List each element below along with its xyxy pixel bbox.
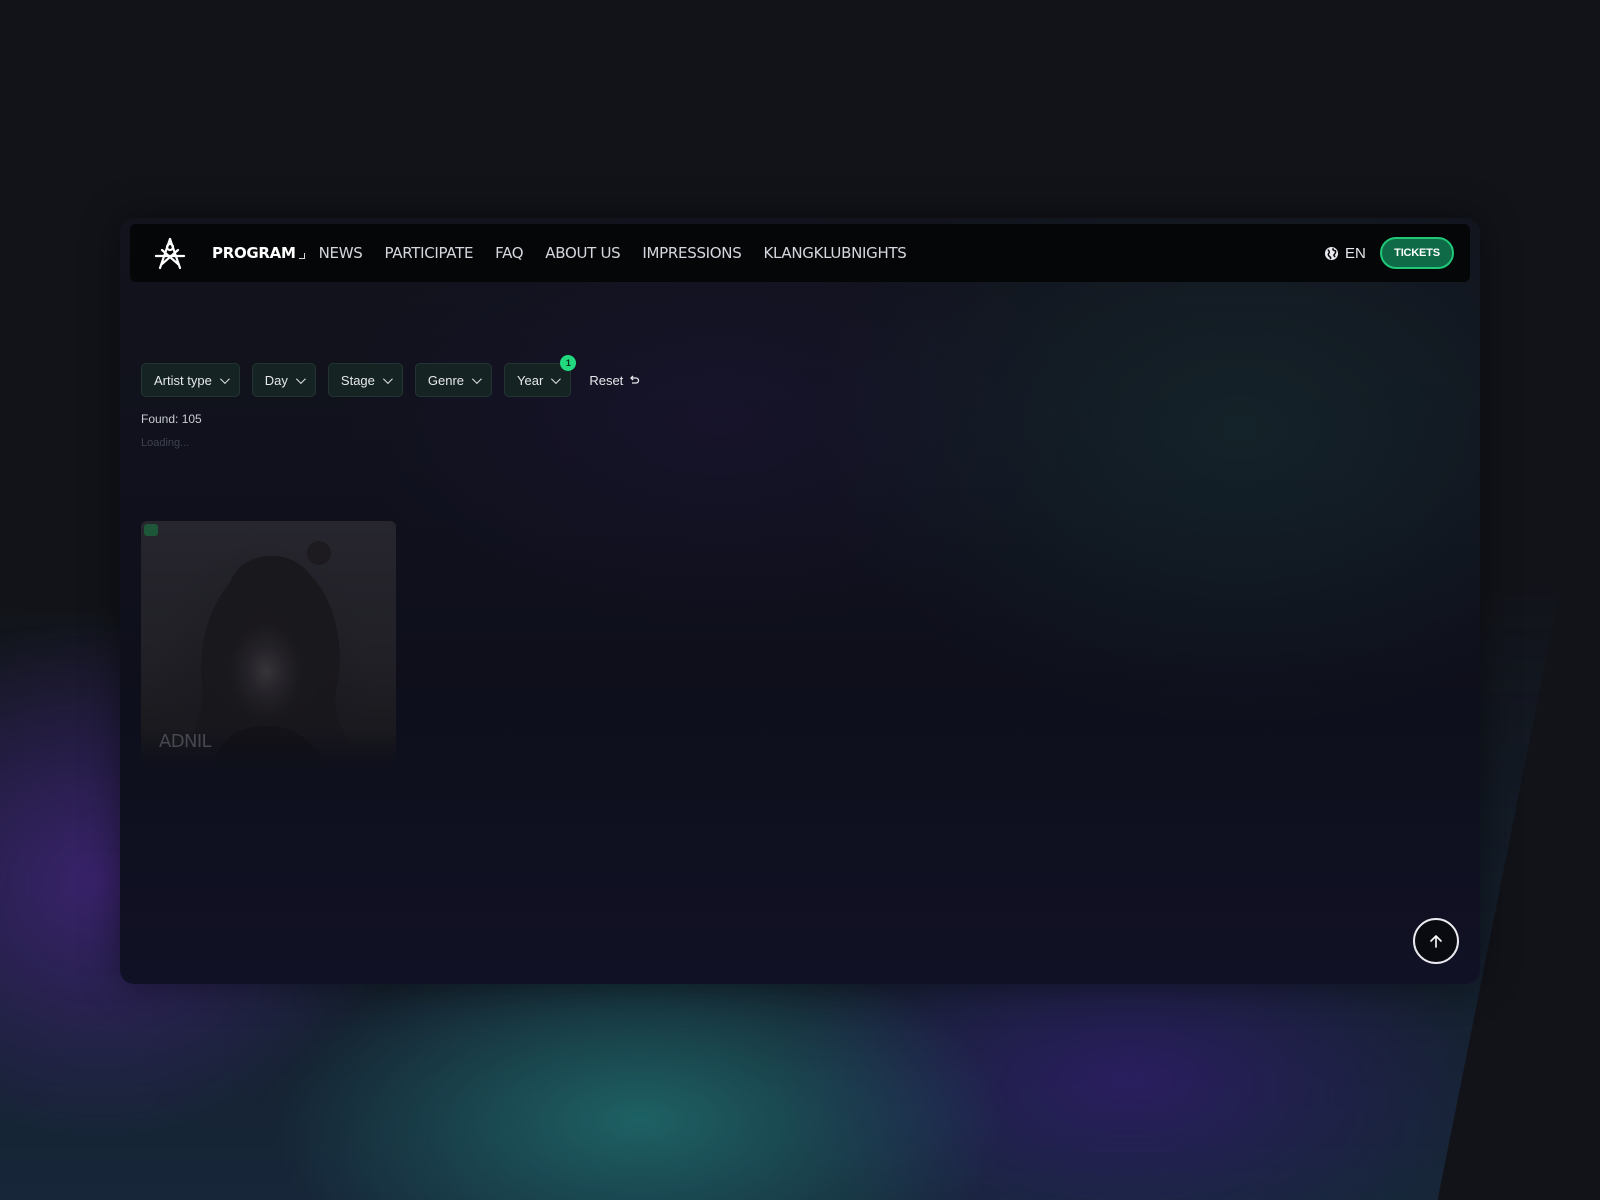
filter-genre[interactable]: Genre bbox=[414, 363, 493, 397]
language-label: EN bbox=[1345, 244, 1366, 262]
nav-program[interactable]: PROGRAM bbox=[212, 244, 305, 262]
loading-indicator: Loading... bbox=[141, 437, 190, 449]
nav-about-us[interactable]: ABOUT US bbox=[545, 244, 620, 262]
undo-icon bbox=[630, 375, 640, 384]
artist-name: ADNIL bbox=[159, 731, 212, 752]
reset-filters-button[interactable]: Reset bbox=[589, 373, 640, 388]
filter-bar: Artist type Day Stage Genre Year 1 Reset bbox=[141, 355, 640, 397]
page: PROGRAM NEWS PARTICIPATE FAQ ABOUT US IM… bbox=[0, 0, 1600, 1200]
arrow-up-icon bbox=[1430, 935, 1442, 948]
nav-program-label: PROGRAM bbox=[212, 244, 296, 262]
chevron-down-icon bbox=[472, 373, 482, 384]
filter-label: Day bbox=[264, 372, 288, 388]
filter-label: Stage bbox=[340, 372, 375, 388]
filter-label: Genre bbox=[427, 372, 465, 388]
main-nav: PROGRAM NEWS PARTICIPATE FAQ ABOUT US IM… bbox=[212, 224, 929, 282]
festival-logo-icon[interactable] bbox=[152, 236, 188, 272]
dropdown-corner-icon bbox=[298, 253, 305, 259]
filter-stage[interactable]: Stage bbox=[327, 363, 403, 397]
card-tag-icon bbox=[144, 524, 158, 536]
results-count: Found: 105 bbox=[141, 412, 202, 426]
filter-label: Artist type bbox=[154, 372, 212, 388]
scroll-to-top-button[interactable] bbox=[1413, 918, 1459, 964]
filter-year[interactable]: Year 1 bbox=[504, 355, 577, 397]
filter-label: Year bbox=[517, 372, 544, 388]
tickets-button[interactable]: TICKETS bbox=[1380, 237, 1454, 269]
chevron-down-icon bbox=[551, 373, 562, 384]
nav-impressions[interactable]: IMPRESSIONS bbox=[642, 244, 741, 262]
reset-label: Reset bbox=[589, 372, 624, 388]
chevron-down-icon bbox=[382, 373, 393, 384]
filter-artist-type[interactable]: Artist type bbox=[141, 363, 240, 397]
nav-news[interactable]: NEWS bbox=[319, 244, 363, 262]
active-filter-count-badge: 1 bbox=[560, 355, 577, 371]
artist-card[interactable]: ADNIL bbox=[141, 521, 396, 768]
chevron-down-icon bbox=[219, 373, 230, 384]
nav-klangklubnights[interactable]: KLANGKLUBNIGHTS bbox=[763, 244, 906, 262]
chevron-down-icon bbox=[295, 373, 306, 384]
filter-day[interactable]: Day bbox=[251, 363, 316, 397]
nav-faq[interactable]: FAQ bbox=[495, 244, 523, 262]
top-navbar: PROGRAM NEWS PARTICIPATE FAQ ABOUT US IM… bbox=[130, 224, 1470, 282]
globe-icon bbox=[1324, 246, 1339, 260]
nav-participate[interactable]: PARTICIPATE bbox=[384, 244, 473, 262]
language-switcher[interactable]: EN bbox=[1324, 224, 1366, 282]
browser-window: PROGRAM NEWS PARTICIPATE FAQ ABOUT US IM… bbox=[120, 218, 1480, 984]
